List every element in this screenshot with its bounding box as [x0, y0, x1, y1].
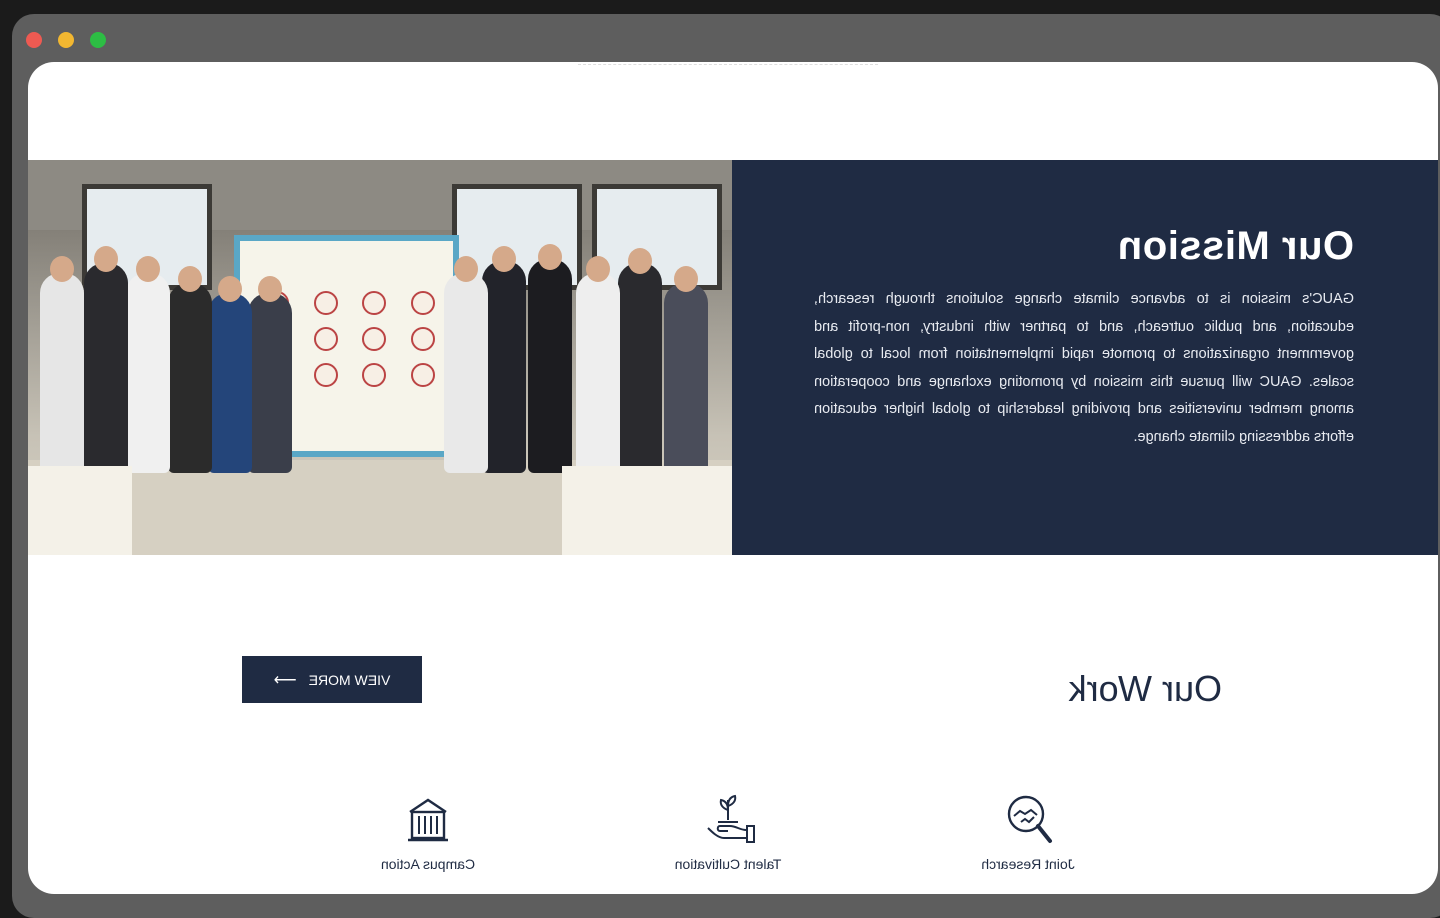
mirrored-page-content: Our Mission GAUC's mission is to advance… — [28, 62, 1438, 894]
mission-photo — [28, 160, 732, 555]
work-item-label: Talent Cultivation — [674, 856, 782, 872]
photo-person — [126, 273, 170, 473]
photo-person-head — [454, 256, 478, 282]
photo-person-head — [178, 266, 202, 292]
photo-person — [618, 263, 662, 473]
handshake-magnifier-icon — [1007, 795, 1052, 843]
minimize-window-button[interactable] — [58, 32, 74, 48]
photo-person-head — [674, 266, 698, 292]
photo-person-head — [258, 276, 282, 302]
work-item-label: Campus Action — [380, 856, 476, 872]
photo-person-head — [94, 246, 118, 272]
hand-sprout-icon — [707, 794, 755, 843]
work-item-talent-cultivation[interactable]: Talent Cultivation — [638, 792, 818, 874]
photo-person — [84, 263, 128, 473]
photo-person — [168, 283, 212, 473]
work-item-campus-action[interactable]: Campus Action — [338, 792, 518, 874]
our-work-title: Our Work — [1068, 668, 1222, 709]
photo-person — [576, 273, 620, 473]
mission-panel: Our Mission GAUC's mission is to advance… — [732, 160, 1438, 555]
photo-table — [28, 466, 132, 555]
photo-person — [248, 293, 292, 473]
photo-person-head — [50, 256, 74, 282]
view-more-button[interactable]: VIEW MORE ⟶ — [242, 656, 422, 703]
campus-building-icon — [408, 798, 448, 842]
photo-person — [208, 293, 252, 473]
work-item-joint-research[interactable]: Joint Research — [938, 792, 1118, 874]
photo-person-head — [218, 276, 242, 302]
photo-person-head — [492, 246, 516, 272]
webpage-viewport: Our Mission GAUC's mission is to advance… — [28, 62, 1438, 894]
photo-person — [444, 273, 488, 473]
photo-person — [664, 283, 708, 473]
mission-title: Our Mission — [1117, 224, 1354, 268]
arrow-right-icon: ⟶ — [273, 671, 297, 689]
photo-person-head — [586, 256, 610, 282]
photo-person-head — [538, 244, 562, 270]
photo-person — [482, 261, 526, 473]
mission-section: Our Mission GAUC's mission is to advance… — [28, 160, 1438, 555]
photo-person-head — [136, 256, 160, 282]
mission-description: GAUC's mission is to advance climate cha… — [814, 291, 1354, 445]
view-more-label: VIEW MORE — [308, 671, 391, 688]
cut-off-heading-remnant — [578, 62, 878, 65]
photo-person — [528, 259, 572, 473]
photo-table — [562, 466, 732, 555]
close-window-button[interactable] — [26, 32, 42, 48]
maximize-window-button[interactable] — [90, 32, 106, 48]
photo-person-head — [628, 248, 652, 274]
work-item-label: Joint Research — [981, 856, 1075, 872]
photo-person — [40, 273, 84, 473]
